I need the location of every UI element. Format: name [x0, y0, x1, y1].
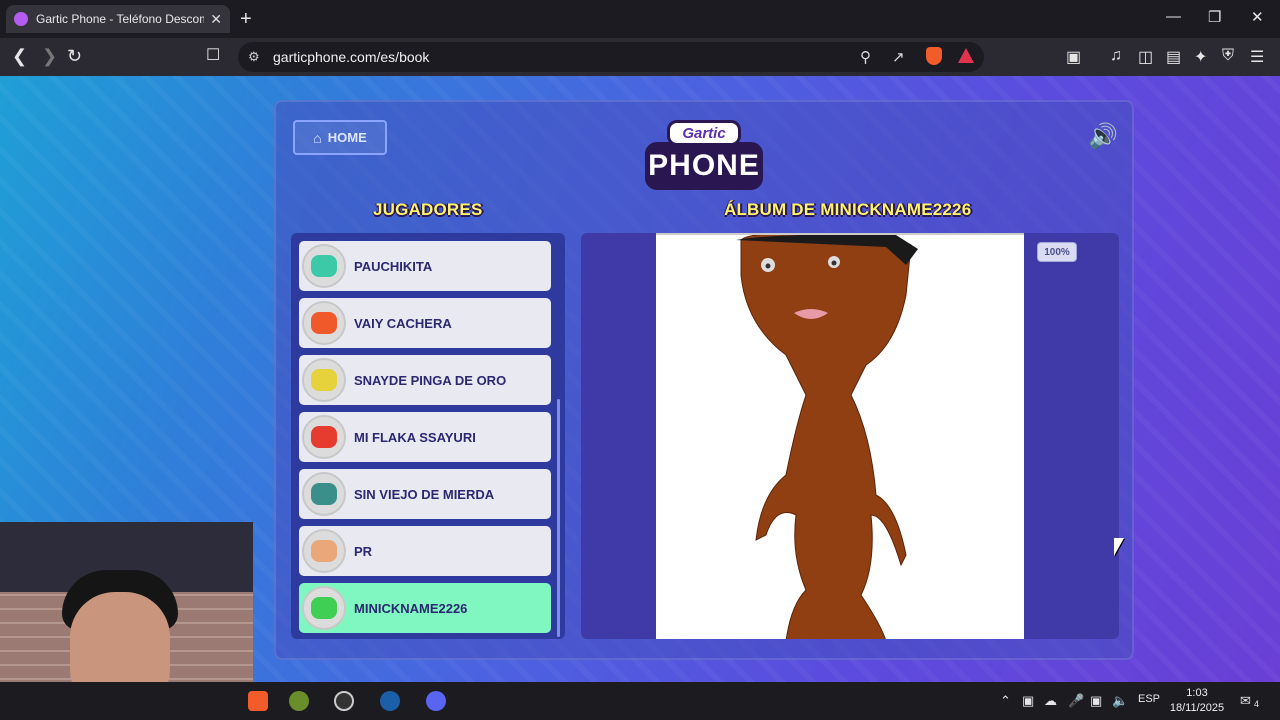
player-name: MINICKNAME2226	[354, 600, 468, 616]
tab-close-icon[interactable]: ✕	[210, 11, 222, 28]
windows-taskbar: ⌃ ▣ ☁ 🎤 ▣ 🔈 ESP 1:03 18/11/2025 ✉ 4	[0, 682, 1280, 720]
volume-icon[interactable]: 🔈	[1112, 693, 1128, 709]
player-avatar	[302, 244, 346, 288]
forward-button[interactable]: ❯	[42, 46, 57, 66]
network-icon[interactable]: ▣	[1090, 693, 1102, 709]
back-button[interactable]: ❮	[12, 46, 27, 66]
clock-time: 1:03	[1186, 687, 1208, 699]
gartic-favicon-icon	[14, 12, 28, 26]
close-window-button[interactable]: ✕	[1251, 8, 1264, 26]
tray-expand-icon[interactable]: ⌃	[1000, 693, 1011, 709]
drawing-canvas	[656, 233, 1024, 639]
player-name: SNAYDE PINGA DE ORO	[354, 372, 507, 388]
home-icon: ⌂	[313, 129, 322, 146]
onedrive-icon[interactable]: ☁	[1044, 693, 1057, 709]
site-info-icon[interactable]: ⚙	[248, 49, 260, 65]
mouse-cursor-icon	[1114, 538, 1124, 556]
player-avatar	[302, 301, 346, 345]
gartic-phone-logo: PHONE Gartic	[645, 120, 763, 192]
home-label: HOME	[327, 130, 367, 145]
vpn-shield-icon[interactable]: ⛨	[1222, 47, 1234, 65]
player-item[interactable]: PAUCHIKITA	[299, 241, 551, 291]
notifications-icon[interactable]: ✉	[1240, 693, 1251, 709]
brave-shields-icon[interactable]	[926, 47, 942, 65]
tray-app-icon[interactable]: ▣	[1022, 693, 1034, 709]
player-name: SIN VIEJO DE MIERDA	[354, 486, 495, 502]
steam-taskbar-icon[interactable]	[380, 691, 400, 711]
leo-ai-icon[interactable]: ✦	[1194, 47, 1207, 67]
address-bar[interactable]: ⚙ garticphone.com/es/book ⚲ ↗	[238, 42, 984, 72]
browser-tab[interactable]: Gartic Phone - Teléfono Descom ✕	[6, 5, 230, 33]
player-item[interactable]: VAIY CACHERA	[299, 298, 551, 348]
players-title: JUGADORES	[373, 200, 483, 219]
home-button[interactable]: ⌂ HOME	[293, 120, 387, 155]
app-taskbar-icon[interactable]	[289, 691, 309, 711]
new-tab-button[interactable]: +	[240, 8, 252, 31]
player-avatar	[302, 358, 346, 402]
sidebar-panel-icon[interactable]: ▣	[1066, 47, 1081, 67]
brave-rewards-icon[interactable]	[958, 48, 974, 63]
player-item[interactable]: SNAYDE PINGA DE ORO	[299, 355, 551, 405]
url-text[interactable]: garticphone.com/es/book	[273, 49, 429, 65]
media-icon[interactable]: ♫	[1110, 47, 1122, 65]
brave-taskbar-icon[interactable]	[248, 691, 268, 711]
player-name: PAUCHIKITA	[354, 258, 433, 274]
microphone-icon[interactable]: 🎤	[1068, 693, 1084, 709]
taskbar-clock[interactable]: 1:03 18/11/2025	[1164, 686, 1230, 716]
browser-toolbar: ❮ ❯ ↻ ☐ ⚙ garticphone.com/es/book ⚲ ↗ ▣ …	[0, 38, 1280, 76]
reload-button[interactable]: ↻	[67, 46, 82, 66]
player-avatar	[302, 415, 346, 459]
player-item[interactable]: SIN VIEJO DE MIERDA	[299, 469, 551, 519]
bookmark-icon[interactable]: ☐	[206, 46, 220, 66]
sound-toggle-icon[interactable]: 🔊	[1088, 122, 1118, 151]
player-avatar	[302, 586, 346, 630]
album-viewer: 100%	[581, 233, 1119, 639]
zoom-search-icon[interactable]: ⚲	[860, 48, 871, 66]
player-item[interactable]: PR	[299, 526, 551, 576]
obs-taskbar-icon[interactable]	[334, 691, 354, 711]
zoom-badge[interactable]: 100%	[1037, 242, 1077, 262]
player-avatar	[302, 472, 346, 516]
language-indicator[interactable]: ESP	[1138, 693, 1160, 705]
player-item-active[interactable]: MINICKNAME2226	[299, 583, 551, 633]
share-icon[interactable]: ↗	[892, 48, 905, 66]
album-title: ÁLBUM DE MINICKNAME2226	[724, 200, 972, 219]
players-scrollbar[interactable]	[557, 399, 560, 637]
minimize-button[interactable]: —	[1166, 8, 1181, 25]
maximize-button[interactable]: ❐	[1208, 8, 1221, 26]
player-name: PR	[354, 543, 373, 559]
browser-tab-bar: Gartic Phone - Teléfono Descom ✕ + — ❐ ✕	[0, 0, 1280, 38]
drawing-image	[736, 233, 918, 639]
notifications-count: 4	[1254, 699, 1260, 709]
tab-title: Gartic Phone - Teléfono Descom	[36, 12, 205, 26]
logo-gartic-text: Gartic	[667, 120, 741, 146]
player-item[interactable]: MI FLAKA SSAYURI	[299, 412, 551, 462]
clock-date: 18/11/2025	[1169, 702, 1225, 714]
player-avatar	[302, 529, 346, 573]
player-name: VAIY CACHERA	[354, 315, 452, 331]
players-list: PAUCHIKITA VAIY CACHERA SNAYDE PINGA DE …	[291, 233, 565, 639]
wallet-icon[interactable]: ▤	[1166, 47, 1181, 67]
menu-icon[interactable]: ☰	[1250, 47, 1264, 67]
discord-taskbar-icon[interactable]	[426, 691, 446, 711]
sidebar-toggle-icon[interactable]: ◫	[1138, 47, 1153, 67]
player-name: MI FLAKA SSAYURI	[354, 429, 476, 445]
logo-phone-text: PHONE	[645, 142, 763, 190]
